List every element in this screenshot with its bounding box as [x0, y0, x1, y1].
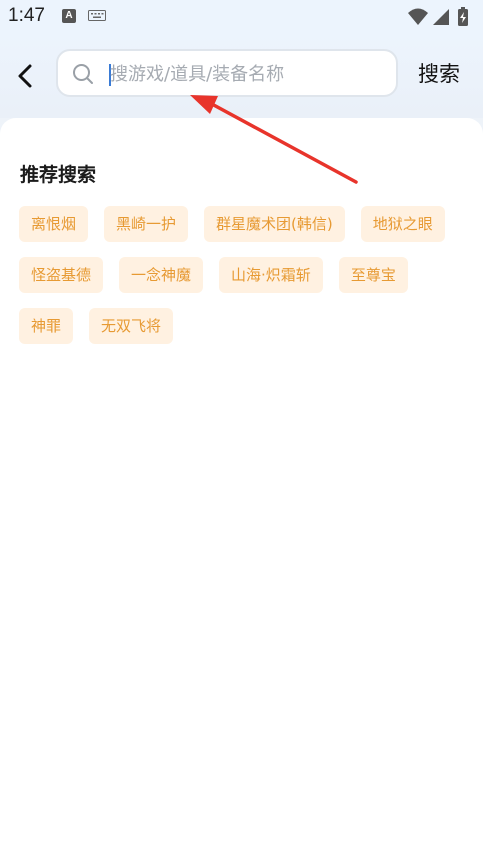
search-input[interactable]: [110, 58, 380, 90]
recommended-search-title: 推荐搜索: [20, 164, 97, 186]
search-tag[interactable]: 群星魔术团(韩信): [204, 206, 345, 242]
search-tag[interactable]: 至尊宝: [338, 257, 408, 293]
battery-charging-icon: [458, 7, 468, 26]
search-tag[interactable]: 一念神魔: [119, 257, 204, 293]
search-tag[interactable]: 地狱之眼: [360, 206, 445, 242]
search-tag[interactable]: 无双飞将: [89, 308, 174, 344]
wifi-icon: [408, 8, 428, 25]
search-tag[interactable]: 怪盗基德: [19, 257, 104, 293]
signal-icon: [433, 9, 449, 25]
keyboard-icon: [88, 10, 106, 21]
search-tag[interactable]: 神罪: [19, 308, 74, 344]
content-panel: 推荐搜索 离恨烟 黑崎一护 群星魔术团(韩信) 地狱之眼 怪盗基德 一念神魔 山…: [0, 118, 483, 858]
search-header: 搜索: [0, 34, 483, 118]
search-tag[interactable]: 黑崎一护: [104, 206, 189, 242]
status-system-icons: [408, 7, 468, 26]
search-tag[interactable]: 山海·炽霜斩: [219, 257, 323, 293]
status-bar: 1:47 A: [0, 0, 483, 34]
a-icon: A: [62, 9, 76, 23]
status-time: 1:47: [8, 5, 45, 26]
search-tag[interactable]: 离恨烟: [19, 206, 89, 242]
search-button[interactable]: 搜索: [418, 58, 460, 88]
search-icon: [73, 64, 93, 84]
recommended-tags: 离恨烟 黑崎一护 群星魔术团(韩信) 地狱之眼 怪盗基德 一念神魔 山海·炽霜斩…: [19, 206, 469, 344]
back-button[interactable]: [10, 60, 42, 92]
search-box[interactable]: [56, 49, 398, 97]
chevron-left-icon: [18, 64, 32, 88]
